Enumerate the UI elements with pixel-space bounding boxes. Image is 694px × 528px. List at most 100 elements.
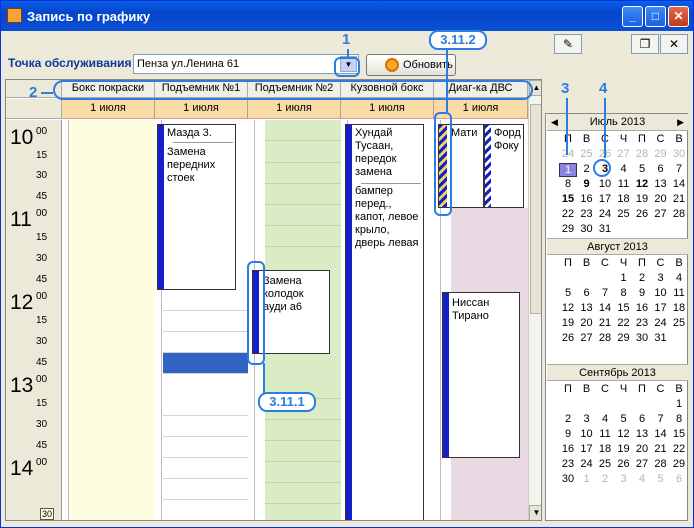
calendar-day[interactable]: 30: [578, 223, 596, 235]
calendar-day[interactable]: 4: [615, 163, 633, 175]
calendar-day[interactable]: 7: [670, 163, 688, 175]
calendar-day[interactable]: 10: [652, 287, 670, 299]
calendar-day[interactable]: 2: [596, 473, 614, 485]
calendar-day[interactable]: 21: [596, 317, 614, 329]
maximize-button[interactable]: □: [645, 6, 666, 27]
selected-day[interactable]: 1: [559, 163, 577, 177]
calendar-day[interactable]: 21: [670, 193, 688, 205]
calendar-day[interactable]: 5: [615, 413, 633, 425]
calendar-day[interactable]: 25: [596, 458, 614, 470]
calendar-day[interactable]: 6: [633, 413, 651, 425]
calendar-day[interactable]: 26: [633, 208, 651, 220]
refresh-button[interactable]: Обновить: [366, 54, 456, 76]
column-body-shop[interactable]: Хундай Тусаан, передок замена бампер пер…: [341, 120, 434, 520]
calendar-day[interactable]: 4: [633, 473, 651, 485]
calendar-day[interactable]: 7: [596, 287, 614, 299]
appointment-card[interactable]: Ниссан Тирано: [442, 292, 520, 458]
selected-slot[interactable]: [163, 353, 248, 373]
calendar-day[interactable]: 10: [596, 178, 614, 190]
calendar-day[interactable]: 3: [652, 272, 670, 284]
calendar-day[interactable]: 8: [670, 413, 688, 425]
calendar-day[interactable]: 3: [615, 473, 633, 485]
calendar-day[interactable]: 9: [559, 428, 577, 440]
calendar-day[interactable]: 25: [615, 208, 633, 220]
calendar-day[interactable]: 18: [670, 302, 688, 314]
calendar-day[interactable]: 5: [633, 163, 651, 175]
calendar-day[interactable]: 29: [670, 458, 688, 470]
calendar-day[interactable]: 14: [652, 428, 670, 440]
calendar-day[interactable]: 24: [559, 148, 577, 160]
calendar-day[interactable]: 16: [578, 193, 596, 205]
calendar-day[interactable]: 30: [559, 473, 577, 485]
calendar-day[interactable]: 30: [670, 148, 688, 160]
calendar-day[interactable]: 11: [615, 178, 633, 190]
calendar-day[interactable]: 1: [615, 272, 633, 284]
calendar-day[interactable]: 31: [652, 332, 670, 344]
calendar-day[interactable]: 8: [615, 287, 633, 299]
calendar-day[interactable]: 23: [578, 208, 596, 220]
calendar-day[interactable]: 12: [615, 428, 633, 440]
calendar-day[interactable]: 3: [578, 413, 596, 425]
calendar-day[interactable]: 16: [633, 302, 651, 314]
calendar-day[interactable]: 1: [670, 398, 688, 410]
calendar-day[interactable]: 18: [596, 443, 614, 455]
settings-tool-icon[interactable]: ✎: [554, 34, 582, 54]
calendar-day[interactable]: 28: [596, 332, 614, 344]
title-bar[interactable]: Запись по графику _ □ ✕: [1, 1, 693, 31]
calendar-day[interactable]: 23: [633, 317, 651, 329]
calendar-day[interactable]: 2: [559, 413, 577, 425]
calendar-day[interactable]: 19: [615, 443, 633, 455]
scale-indicator[interactable]: 30: [40, 508, 55, 520]
calendar-day[interactable]: 1: [578, 473, 596, 485]
calendar-day[interactable]: 6: [578, 287, 596, 299]
calendar-day[interactable]: 8: [559, 178, 577, 190]
calendar-day[interactable]: 11: [670, 287, 688, 299]
calendar-day[interactable]: 9: [633, 287, 651, 299]
column-lift-1[interactable]: Мазда 3. Замена передних стоек: [155, 120, 248, 520]
calendar-day[interactable]: 24: [596, 208, 614, 220]
calendar-day[interactable]: 28: [670, 208, 688, 220]
service-point-select[interactable]: Пенза ул.Ленина 61 ▼: [133, 54, 359, 74]
scroll-thumb[interactable]: [530, 104, 541, 314]
calendar-day[interactable]: 22: [670, 443, 688, 455]
exit-icon[interactable]: ✕: [660, 34, 688, 54]
calendar-day[interactable]: 29: [559, 223, 577, 235]
scroll-down-icon[interactable]: ▼: [529, 505, 541, 520]
next-month-icon[interactable]: ▶: [677, 114, 684, 131]
calendar-day[interactable]: 10: [578, 428, 596, 440]
column-paint-booth[interactable]: [62, 120, 155, 520]
appointment-card[interactable]: Хундай Тусаан, передок замена бампер пер…: [345, 124, 424, 520]
calendar-day[interactable]: 12: [633, 178, 651, 190]
calendar-day[interactable]: 26: [559, 332, 577, 344]
calendar-day[interactable]: 15: [559, 193, 577, 205]
close-button[interactable]: ✕: [668, 6, 689, 27]
calendar-day[interactable]: 29: [615, 332, 633, 344]
calendar-day[interactable]: 13: [578, 302, 596, 314]
calendar-day[interactable]: 11: [596, 428, 614, 440]
calendar-day[interactable]: 7: [652, 413, 670, 425]
calendar-day[interactable]: 28: [633, 148, 651, 160]
calendar-day[interactable]: 26: [615, 458, 633, 470]
prev-month-icon[interactable]: ◀: [551, 114, 558, 131]
calendar-day[interactable]: 23: [559, 458, 577, 470]
calendar-day[interactable]: 16: [559, 443, 577, 455]
calendar-day[interactable]: 20: [633, 443, 651, 455]
calendar-day[interactable]: 22: [559, 208, 577, 220]
calendar-day[interactable]: 18: [615, 193, 633, 205]
calendar-day[interactable]: 12: [559, 302, 577, 314]
calendar-day[interactable]: 14: [596, 302, 614, 314]
calendar-day[interactable]: 24: [652, 317, 670, 329]
minimize-button[interactable]: _: [622, 6, 643, 27]
vertical-scrollbar[interactable]: ▲ ▼: [528, 80, 541, 520]
calendar-day[interactable]: 4: [596, 413, 614, 425]
calendar-day[interactable]: 20: [578, 317, 596, 329]
appointment-card[interactable]: Форд Фоку: [484, 124, 524, 208]
calendar-day[interactable]: 6: [652, 163, 670, 175]
calendar-day[interactable]: 17: [596, 193, 614, 205]
calendar-day[interactable]: 4: [670, 272, 688, 284]
calendar-day[interactable]: 28: [652, 458, 670, 470]
calendar-day[interactable]: 27: [578, 332, 596, 344]
calendar-day[interactable]: 6: [670, 473, 688, 485]
calendar-day[interactable]: 2: [633, 272, 651, 284]
calendar-day[interactable]: 20: [652, 193, 670, 205]
